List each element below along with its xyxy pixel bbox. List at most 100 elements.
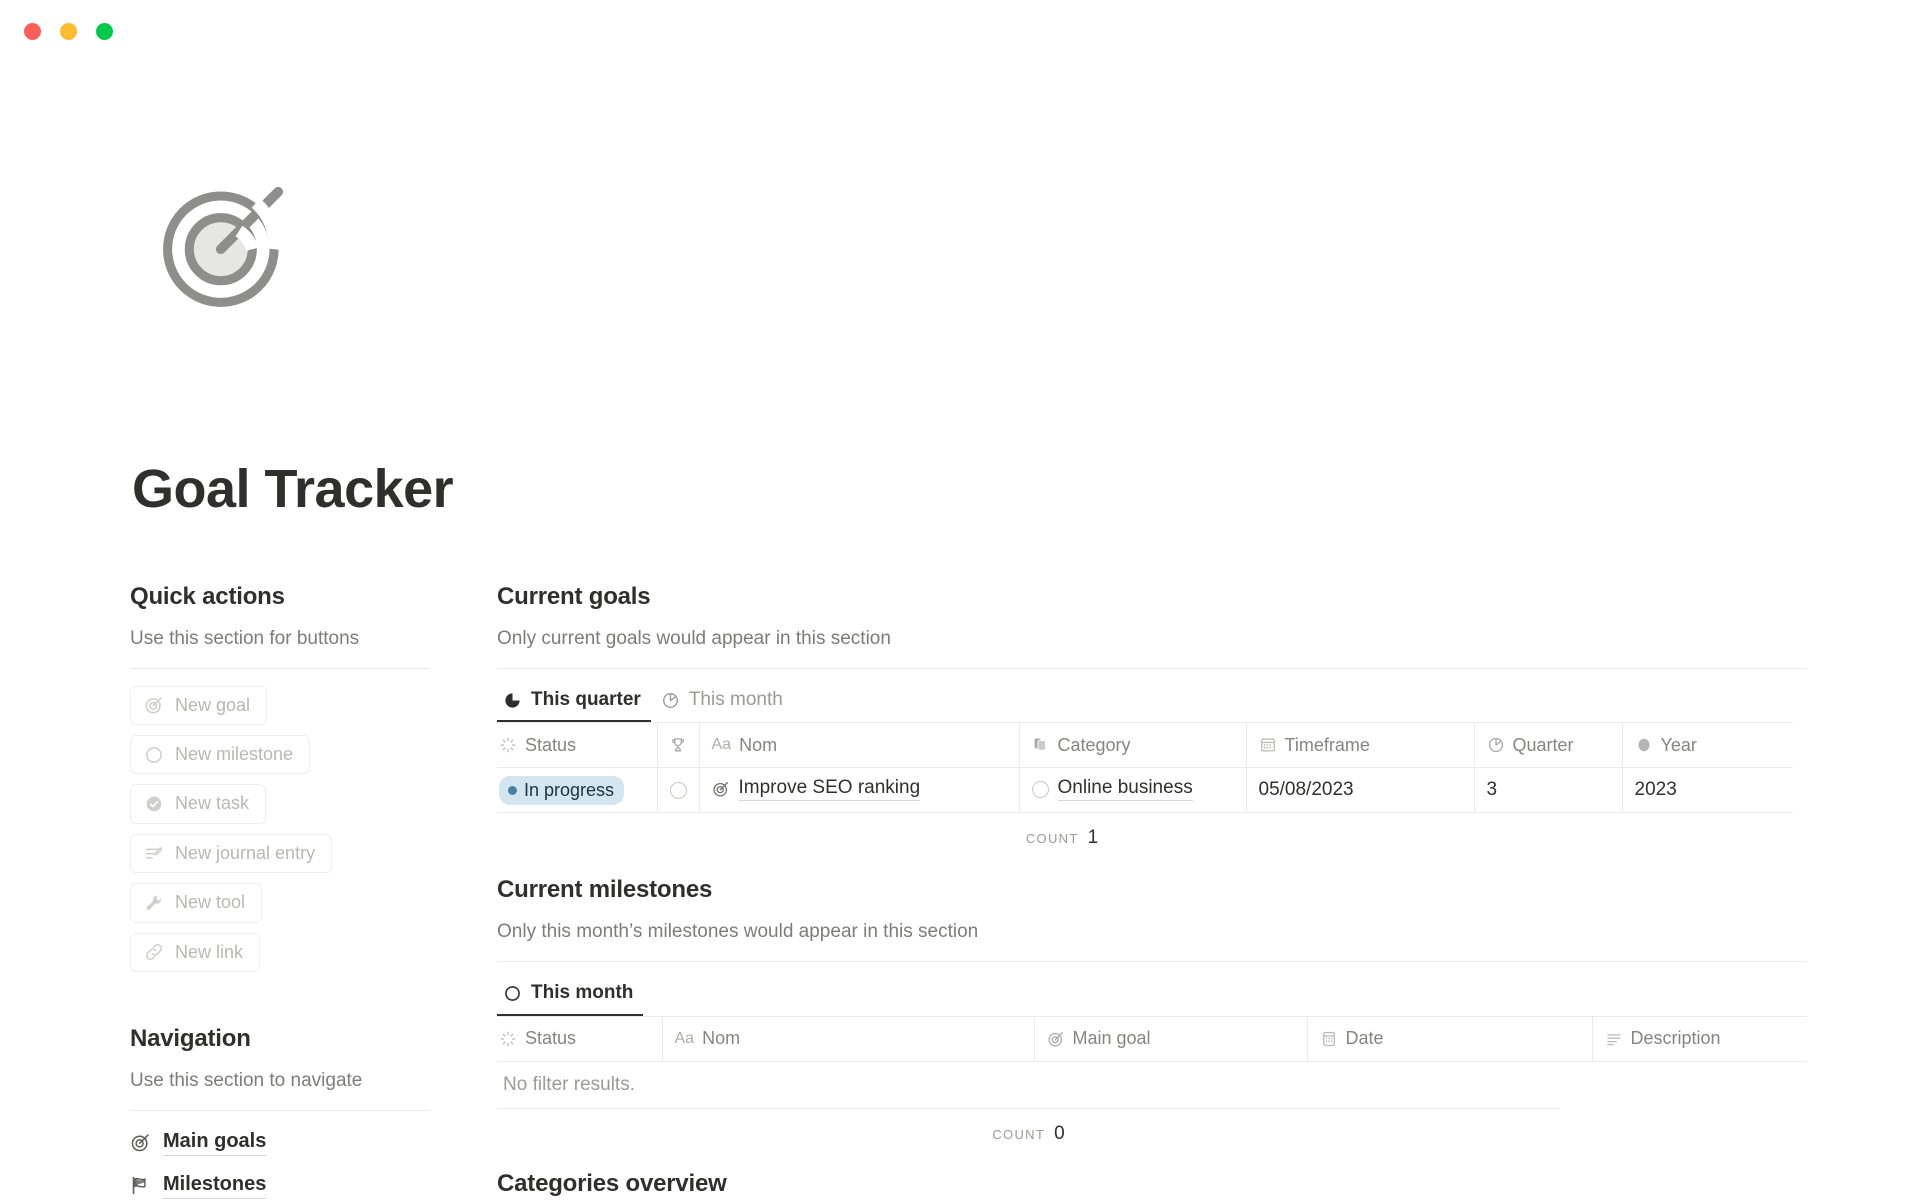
status-spinner-icon <box>499 1030 517 1048</box>
tab-this-month[interactable]: This month <box>655 683 793 723</box>
current-milestones-heading: Current milestones <box>497 876 713 904</box>
new-milestone-button[interactable]: New milestone <box>130 735 311 775</box>
current-milestones-subtitle: Only this month’s milestones would appea… <box>497 921 979 943</box>
current-goals-subtitle: Only current goals would appear in this … <box>497 628 891 649</box>
column-header-main-goal[interactable]: Main goal <box>1034 1015 1308 1062</box>
column-header-nom[interactable]: Aa Nom <box>699 722 1020 769</box>
column-header-description[interactable]: Description <box>1592 1015 1807 1062</box>
tab-label: This month <box>688 688 783 710</box>
zoom-window-button[interactable] <box>96 23 113 40</box>
navigation-subtitle: Use this section to navigate <box>130 1070 363 1092</box>
quick-action-row: New milestone <box>130 735 430 784</box>
column-header-label: Status <box>525 1028 577 1049</box>
column-header-label: Status <box>525 734 577 755</box>
target-icon <box>712 780 730 798</box>
cell-category[interactable]: Online business <box>1019 767 1247 814</box>
status-label: In progress <box>524 780 615 801</box>
calendar-icon <box>1320 1030 1338 1048</box>
quick-action-label: New link <box>175 941 244 962</box>
current-goals-tabs: This quarter This month <box>497 683 1807 723</box>
tab-this-quarter[interactable]: This quarter <box>497 683 651 723</box>
table-header-row: Status Aa Nom Main goal Date Description <box>497 1015 1807 1062</box>
table-header-row: Status Aa Nom Category Timeframe Quarter… <box>497 722 1793 769</box>
column-header-label: Date <box>1345 1028 1384 1049</box>
target-goal-icon <box>155 175 295 315</box>
quick-action-label: New journal entry <box>175 842 316 863</box>
sidebar: Quick actions Use this section for butto… <box>130 582 430 1200</box>
cell-trophy[interactable] <box>657 767 700 814</box>
categories-overview-heading: Categories overview <box>497 1169 727 1197</box>
column-header-quarter[interactable]: Quarter <box>1474 722 1623 769</box>
cell-quarter[interactable]: 3 <box>1474 767 1623 814</box>
count-value: 1 <box>1087 827 1099 849</box>
quick-actions-section: Quick actions Use this section for butto… <box>130 582 430 982</box>
minimize-window-button[interactable] <box>60 23 77 40</box>
window-traffic-lights <box>24 23 113 40</box>
empty-circle-icon <box>1031 780 1049 798</box>
current-milestones-count: COUNT 0 <box>497 1109 1560 1147</box>
milestones-empty-message: No filter results. <box>497 1062 1560 1109</box>
current-milestones-table: Status Aa Nom Main goal Date Description <box>497 1015 1807 1062</box>
current-goals-table: Status Aa Nom Category Timeframe Quarter… <box>497 722 1793 814</box>
column-header-prefix: Aa <box>711 736 732 754</box>
column-header-nom[interactable]: Aa Nom <box>662 1015 1035 1062</box>
table-row[interactable]: In progress Improve SEO ranking Online b… <box>497 767 1793 814</box>
pages-icon <box>1032 736 1050 754</box>
current-goals-heading: Current goals <box>497 583 651 610</box>
text-lines-icon <box>1605 1030 1623 1048</box>
cell-status[interactable]: In progress <box>497 767 658 814</box>
cell-timeframe[interactable]: 05/08/2023 <box>1246 767 1475 814</box>
new-tool-button[interactable]: New tool <box>130 883 263 923</box>
ellipse-icon <box>1635 736 1653 754</box>
cell-year[interactable]: 2023 <box>1622 767 1793 814</box>
quick-action-row: New tool <box>130 883 430 932</box>
column-header-status[interactable]: Status <box>497 722 658 769</box>
navigation-divider <box>130 1109 430 1111</box>
current-goals-section: Current goals Only current goals would a… <box>497 582 1807 851</box>
goal-name-link[interactable]: Improve SEO ranking <box>738 777 921 801</box>
close-window-button[interactable] <box>24 23 41 40</box>
quick-action-row: New task <box>130 784 430 833</box>
calendar-icon <box>1259 736 1277 754</box>
sidebar-item-milestones[interactable]: Milestones <box>130 1172 430 1199</box>
navigation-list: Main goals Milestones <box>130 1129 430 1200</box>
quick-actions-divider <box>130 667 430 669</box>
category-link[interactable]: Online business <box>1057 777 1193 802</box>
quick-action-label: New milestone <box>175 744 294 765</box>
column-header-label: Year <box>1660 734 1697 755</box>
quick-actions-subtitle: Use this section for buttons <box>130 628 360 649</box>
wrench-icon <box>144 893 164 913</box>
column-header-year[interactable]: Year <box>1622 722 1793 769</box>
new-task-button[interactable]: New task <box>130 784 267 824</box>
checkered-flag-icon <box>130 1175 151 1196</box>
new-journal-entry-button[interactable]: New journal entry <box>130 833 333 874</box>
cell-nom[interactable]: Improve SEO ranking <box>699 767 1020 814</box>
column-header-label: Quarter <box>1512 734 1574 755</box>
status-spinner-icon <box>499 736 517 754</box>
circle-icon <box>144 745 164 765</box>
column-header-label: Nom <box>702 1028 741 1049</box>
column-header-label: Category <box>1057 734 1131 755</box>
sidebar-item-main-goals[interactable]: Main goals <box>130 1129 430 1156</box>
quick-actions-heading: Quick actions <box>130 583 285 610</box>
new-link-button[interactable]: New link <box>130 932 261 973</box>
column-header-date[interactable]: Date <box>1307 1015 1593 1062</box>
new-goal-button[interactable]: New goal <box>130 685 268 726</box>
quick-action-label: New tool <box>175 892 246 913</box>
count-label: COUNT <box>992 1126 1046 1142</box>
page-title: Goal Tracker <box>132 459 454 519</box>
column-header-category[interactable]: Category <box>1019 722 1247 769</box>
column-header-status[interactable]: Status <box>497 1015 663 1062</box>
page-content: Goal Tracker Quick actions Use this sect… <box>0 62 1920 1200</box>
tab-this-month[interactable]: This month <box>497 976 644 1016</box>
circle-outline-icon <box>503 984 522 1003</box>
column-header-label: Main goal <box>1072 1028 1151 1049</box>
window-titlebar <box>0 0 1920 62</box>
current-milestones-divider <box>497 961 1807 963</box>
navigation-section: Navigation Use this section to navigate … <box>130 1024 430 1200</box>
column-header-timeframe[interactable]: Timeframe <box>1246 722 1475 769</box>
column-header-label: Timeframe <box>1284 734 1370 755</box>
column-header-trophy[interactable] <box>657 722 700 769</box>
target-icon <box>144 695 164 715</box>
current-goals-divider <box>497 667 1807 669</box>
